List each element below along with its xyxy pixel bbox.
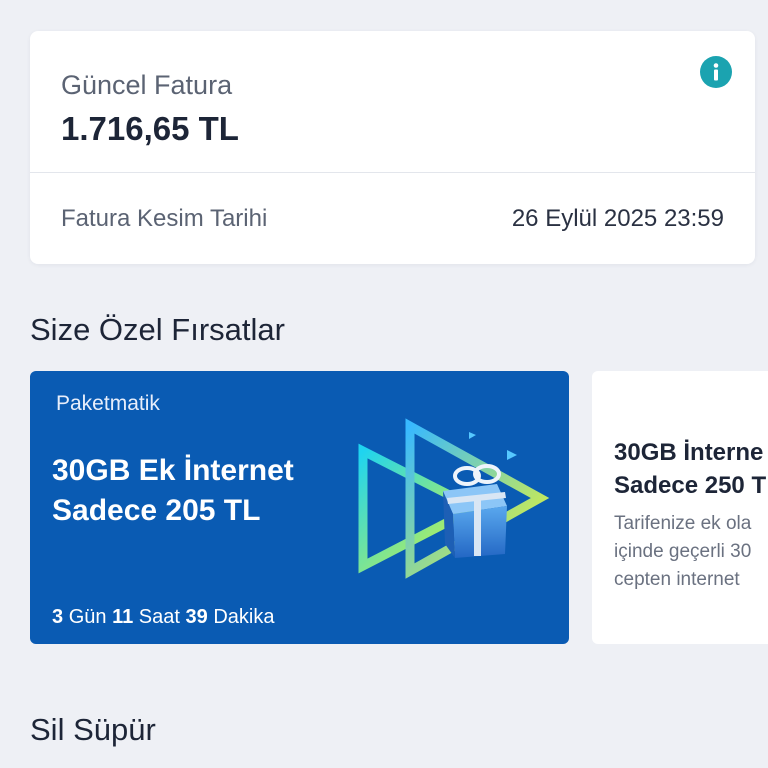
offer2-description: Tarifenize ek ola içinde geçerli 30 cept…	[614, 513, 752, 590]
bill-cut-date-label: Fatura Kesim Tarihi	[61, 205, 268, 232]
info-icon[interactable]	[700, 56, 732, 88]
bill-cut-date-value: 26 Eylül 2025 23:59	[511, 205, 724, 232]
bill-divider	[30, 172, 755, 173]
special-offers-title: Size Özel Fırsatlar	[30, 312, 285, 347]
offer2-title: 30GB İnterne Sadece 250 T	[614, 439, 767, 499]
current-bill-card[interactable]: Güncel Fatura 1.716,65 TL Fatura Kesim T…	[30, 31, 755, 264]
countdown-minutes: 39	[185, 606, 208, 628]
countdown-hours: 11	[112, 606, 134, 628]
gift-box-fast-forward-icon	[358, 418, 550, 579]
countdown-minutes-unit: Dakika	[213, 606, 275, 628]
countdown-hours-unit: Saat	[138, 606, 180, 628]
current-bill-amount: 1.716,65 TL	[61, 110, 239, 147]
offer-tag: Paketmatik	[56, 392, 160, 415]
offer-countdown: 3 Gün 11 Saat 39 Dakika	[52, 606, 274, 629]
offer-title: 30GB Ek İnternet Sadece 205 TL	[52, 454, 294, 527]
offer-card-paketmatik[interactable]: Paketmatik 30GB Ek İnternet Sadece 205 T…	[30, 371, 569, 644]
countdown-days-unit: Gün	[68, 606, 107, 628]
offer-card-internet-250[interactable]: 30GB İnterne Sadece 250 T Tarifenize ek …	[592, 371, 768, 644]
sil-supur-title: Sil Süpür	[30, 712, 156, 747]
countdown-days: 3	[52, 606, 64, 628]
current-bill-label: Güncel Fatura	[61, 70, 233, 100]
